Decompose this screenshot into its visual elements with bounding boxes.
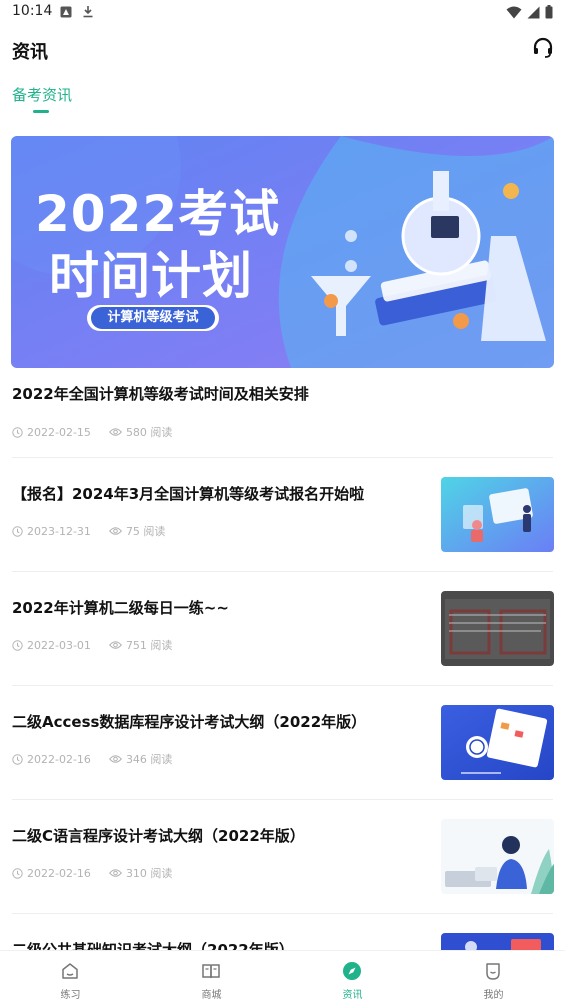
banner-badge: 计算机等级考试	[91, 307, 215, 329]
eye-icon	[108, 527, 122, 535]
list-item[interactable]: 二级公共基础知识考试大纲（2022年版）	[0, 933, 565, 950]
download-icon	[83, 6, 93, 18]
article-views: 751 阅读	[125, 639, 173, 652]
book-icon	[202, 964, 220, 979]
article-views: 580 阅读	[125, 426, 173, 439]
wifi-icon	[506, 6, 522, 18]
nav-label: 练习	[60, 990, 81, 1001]
nav-item-profile[interactable]: 我的	[423, 951, 564, 1004]
tab-exam-news[interactable]: 备考资讯	[12, 84, 72, 105]
tab-bar: 备考资讯	[0, 84, 565, 118]
article-title: 二级C语言程序设计考试大纲（2022年版）	[12, 827, 305, 845]
article-meta: 2022-02-16 310 阅读	[12, 865, 186, 881]
divider	[12, 457, 553, 458]
notification-app-icon	[60, 6, 72, 17]
divider	[12, 799, 553, 800]
featured-article-title[interactable]: 2022年全国计算机等级考试时间及相关安排	[12, 383, 552, 404]
customer-service-button[interactable]	[531, 36, 555, 60]
tab-indicator	[33, 110, 49, 113]
banner-headline-2: 时间计划	[49, 247, 253, 305]
article-thumbnail	[441, 705, 554, 780]
signal-icon	[527, 6, 540, 18]
banner[interactable]: 2022考试 时间计划 计算机等级考试	[11, 136, 554, 368]
article-title: 二级Access数据库程序设计考试大纲（2022年版）	[12, 713, 367, 731]
featured-article-meta: 2022-02-15 580 阅读	[12, 424, 186, 440]
profile-icon	[486, 963, 500, 980]
article-thumbnail	[441, 933, 554, 950]
battery-icon	[545, 5, 553, 19]
article-views: 310 阅读	[125, 867, 173, 880]
bottom-nav: 练习 商城 资讯 我的	[0, 950, 565, 1004]
article-date: 2023-12-31	[27, 524, 91, 538]
clock-icon	[12, 525, 23, 537]
article-thumbnail	[441, 591, 554, 666]
clock-icon	[12, 753, 23, 765]
eye-icon	[108, 641, 122, 649]
article-views: 346 阅读	[125, 753, 173, 766]
clock-icon	[12, 426, 23, 438]
article-thumbnail	[441, 819, 554, 894]
article-date: 2022-02-15	[27, 425, 91, 439]
list-item[interactable]: 【报名】2024年3月全国计算机等级考试报名开始啦 2023-12-31 75 …	[0, 477, 565, 591]
article-thumbnail	[441, 477, 554, 552]
nav-item-practice[interactable]: 练习	[0, 951, 141, 1004]
status-time: 10:14	[12, 3, 53, 19]
eye-icon	[108, 869, 122, 877]
header: 资讯	[0, 34, 565, 66]
divider	[12, 913, 553, 914]
nav-item-store[interactable]: 商城	[141, 951, 282, 1004]
clock-icon	[12, 639, 23, 651]
eye-icon	[108, 428, 122, 436]
list-item[interactable]: 二级C语言程序设计考试大纲（2022年版） 2022-02-16 310 阅读	[0, 819, 565, 933]
status-bar: 10:14	[0, 0, 565, 24]
divider	[12, 571, 553, 572]
nav-label: 资讯	[342, 990, 363, 1001]
article-views: 75 阅读	[125, 525, 166, 538]
article-title: 【报名】2024年3月全国计算机等级考试报名开始啦	[12, 485, 365, 503]
article-meta: 2022-03-01 751 阅读	[12, 637, 186, 653]
article-date: 2022-03-01	[27, 638, 91, 652]
home-icon	[62, 963, 78, 979]
headset-icon	[533, 37, 553, 58]
article-title: 2022年计算机二级每日一练~~	[12, 599, 229, 617]
article-date: 2022-02-16	[27, 752, 91, 766]
article-date: 2022-02-16	[27, 866, 91, 880]
article-title: 二级公共基础知识考试大纲（2022年版）	[12, 941, 294, 950]
article-meta: 2022-02-16 346 阅读	[12, 751, 186, 767]
eye-icon	[108, 755, 122, 763]
list-item[interactable]: 2022年计算机二级每日一练~~ 2022-03-01 751 阅读	[0, 591, 565, 705]
nav-label: 我的	[483, 990, 504, 1001]
list-item[interactable]: 二级Access数据库程序设计考试大纲（2022年版） 2022-02-16 3…	[0, 705, 565, 819]
nav-item-news[interactable]: 资讯	[282, 951, 423, 1004]
divider	[12, 685, 553, 686]
page-title: 资讯	[12, 42, 48, 63]
nav-label: 商城	[201, 990, 222, 1001]
clock-icon	[12, 867, 23, 879]
article-meta: 2023-12-31 75 阅读	[12, 523, 179, 539]
compass-icon	[343, 962, 361, 980]
